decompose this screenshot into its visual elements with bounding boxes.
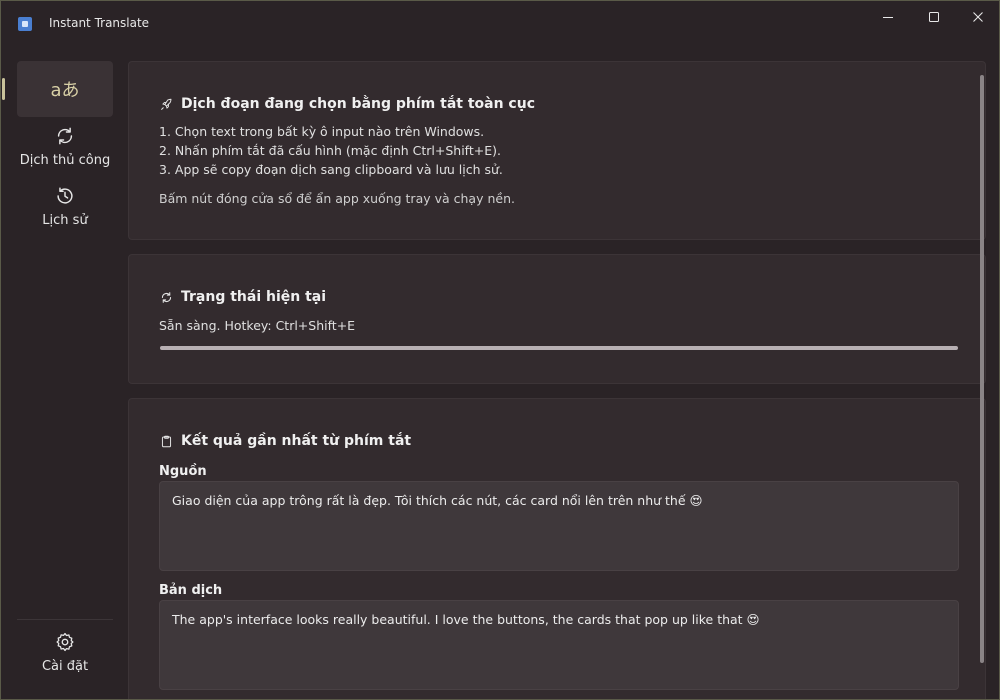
sync-icon bbox=[57, 127, 73, 145]
translation-textbox[interactable]: The app's interface looks really beautif… bbox=[159, 600, 959, 690]
step-2: 2. Nhấn phím tắt đã cấu hình (mặc định C… bbox=[159, 143, 501, 158]
status-text: Sẵn sàng. Hotkey: Ctrl+Shift+E bbox=[159, 318, 356, 333]
translate-icon: aあ bbox=[50, 80, 80, 101]
card-title-text: Trạng thái hiện tại bbox=[181, 289, 327, 305]
sync-icon bbox=[159, 290, 173, 304]
hotkey-instructions-card: Dịch đoạn đang chọn bằng phím tắt toàn c… bbox=[128, 61, 986, 240]
rocket-icon bbox=[159, 97, 173, 111]
card-title-status: Trạng thái hiện tại bbox=[159, 289, 326, 305]
maximize-icon bbox=[929, 12, 939, 22]
title-bar[interactable]: Instant Translate bbox=[1, 1, 999, 45]
step-1: 1. Chọn text trong bất kỳ ô input nào tr… bbox=[159, 124, 485, 139]
status-progress-bar bbox=[160, 346, 958, 350]
close-icon bbox=[973, 12, 983, 22]
clipboard-icon bbox=[159, 434, 173, 448]
app-logo-icon bbox=[18, 17, 32, 31]
sidebar-divider bbox=[17, 619, 113, 620]
nav-item-translate[interactable]: aあ bbox=[2, 61, 113, 117]
step-3: 3. App sẽ copy đoạn dịch sang clipboard … bbox=[159, 162, 503, 177]
app-window: Instant Translate aあ Dịch thủ công Lịch … bbox=[0, 0, 1000, 700]
card-title-result: Kết quả gần nhất từ phím tắt bbox=[159, 433, 411, 449]
source-textbox[interactable]: Giao diện của app trông rất là đẹp. Tôi … bbox=[159, 481, 959, 571]
main-content[interactable]: Dịch đoạn đang chọn bằng phím tắt toàn c… bbox=[128, 61, 986, 699]
history-icon bbox=[57, 187, 73, 204]
navigation-sidebar: aあ Dịch thủ công Lịch sử Cài đặt bbox=[1, 45, 125, 699]
gear-icon bbox=[56, 632, 74, 652]
card-title-text: Dịch đoạn đang chọn bằng phím tắt toàn c… bbox=[181, 96, 535, 112]
nav-label-manual-translate: Dịch thủ công bbox=[19, 153, 111, 168]
minimize-icon bbox=[883, 17, 893, 18]
card-title-text: Kết quả gần nhất từ phím tắt bbox=[181, 433, 412, 449]
maximize-button[interactable] bbox=[911, 1, 957, 33]
vertical-scrollbar[interactable] bbox=[980, 75, 984, 663]
tray-note: Bấm nút đóng cửa sổ để ẩn app xuống tray… bbox=[159, 191, 515, 206]
nav-item-settings[interactable]: Cài đặt bbox=[17, 629, 113, 685]
status-card: Trạng thái hiện tại Sẵn sàng. Hotkey: Ct… bbox=[128, 254, 986, 384]
selection-indicator bbox=[2, 78, 5, 100]
minimize-button[interactable] bbox=[865, 1, 911, 33]
close-button[interactable] bbox=[955, 1, 999, 33]
nav-label-history: Lịch sử bbox=[42, 213, 88, 228]
translation-label: Bản dịch bbox=[159, 583, 223, 598]
card-title-hotkey: Dịch đoạn đang chọn bằng phím tắt toàn c… bbox=[159, 96, 535, 112]
latest-result-card: Kết quả gần nhất từ phím tắt Nguồn Giao … bbox=[128, 398, 986, 699]
nav-item-manual-translate[interactable]: Dịch thủ công bbox=[17, 123, 113, 179]
nav-label-settings: Cài đặt bbox=[41, 659, 89, 674]
nav-item-history[interactable]: Lịch sử bbox=[17, 183, 113, 239]
window-title: Instant Translate bbox=[49, 16, 150, 30]
source-label: Nguồn bbox=[159, 464, 207, 479]
